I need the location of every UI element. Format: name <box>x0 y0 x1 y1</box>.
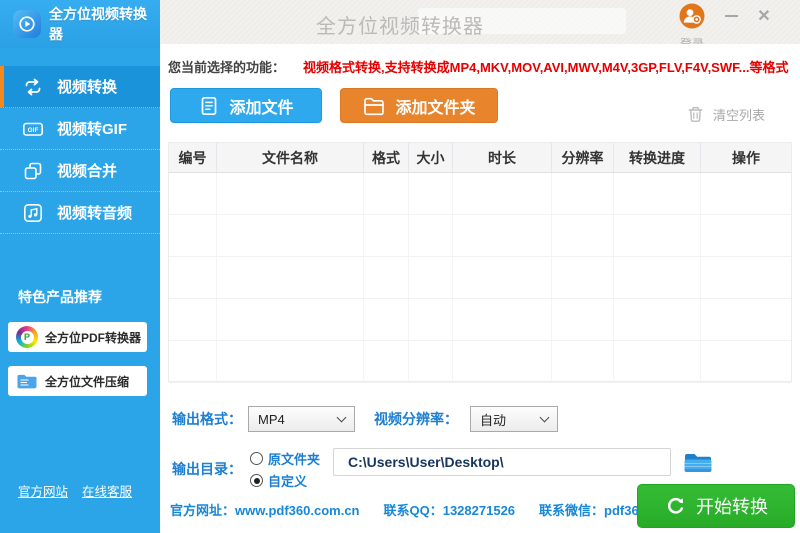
sidebar: 全方位视频转换器 视频转换 GIF 视频转GIF <box>0 0 160 533</box>
sidebar-menu: 视频转换 GIF 视频转GIF 视频合并 <box>0 66 160 234</box>
minimize-button[interactable] <box>720 6 742 26</box>
col-format: 格式 <box>364 143 409 172</box>
app-window: 全方位视频转换器 登录 ✕ 全方位 <box>0 0 800 533</box>
table-row <box>169 173 791 215</box>
table-row <box>169 299 791 341</box>
output-format-value: MP4 <box>258 412 285 427</box>
close-button[interactable]: ✕ <box>753 6 775 26</box>
radio-custom-folder[interactable]: 自定义 <box>250 471 307 490</box>
user-icon <box>679 3 705 29</box>
add-file-button[interactable]: 添加文件 <box>170 88 322 123</box>
resolution-label: 视频分辨率： <box>374 406 458 432</box>
clear-list-button[interactable]: 清空列表 <box>686 104 765 124</box>
notice-text: 视频格式转换,支持转换成MP4,MKV,MOV,AVI,MWV,M4V,3GP,… <box>303 57 788 76</box>
sidebar-item-label: 视频合并 <box>57 160 117 181</box>
output-path-input[interactable] <box>333 448 671 476</box>
chevron-down-icon <box>337 412 347 422</box>
footer-contact-bar: 官方网址：www.pdf360.com.cn 联系QQ：1328271526 联… <box>170 500 646 519</box>
output-format-select[interactable]: MP4 <box>248 406 355 432</box>
close-icon: ✕ <box>757 6 770 26</box>
sidebar-item-label: 视频转换 <box>57 76 117 97</box>
brand-title: 全方位视频转换器 <box>49 4 160 44</box>
start-convert-label: 开始转换 <box>696 493 768 519</box>
resolution-value: 自动 <box>480 410 506 429</box>
main-content: 您当前选择的功能： 视频格式转换,支持转换成MP4,MKV,MOV,AVI,MW… <box>160 44 800 533</box>
browse-folder-button[interactable] <box>681 446 715 476</box>
radio-icon <box>250 452 263 465</box>
refresh-icon <box>664 495 686 517</box>
sidebar-item-label: 视频转GIF <box>57 118 127 139</box>
footer-qq: 联系QQ：1328271526 <box>384 500 516 519</box>
sidebar-item-video-merge[interactable]: 视频合并 <box>0 150 160 192</box>
sidebar-item-video-convert[interactable]: 视频转换 <box>0 66 160 108</box>
radio-custom-label: 自定义 <box>268 471 307 490</box>
add-file-label: 添加文件 <box>229 94 293 118</box>
add-folder-button[interactable]: 添加文件夹 <box>340 88 498 123</box>
table-header: 编号 文件名称 格式 大小 时长 分辨率 转换进度 操作 <box>169 143 791 173</box>
col-duration: 时长 <box>453 143 552 172</box>
promo-pdf-converter[interactable]: P 全方位PDF转换器 <box>8 322 147 352</box>
table-row <box>169 341 791 383</box>
col-number: 编号 <box>169 143 217 172</box>
file-compress-icon <box>16 373 38 390</box>
app-logo <box>13 10 41 38</box>
document-icon <box>198 95 220 117</box>
col-progress: 转换进度 <box>614 143 701 172</box>
trash-icon <box>686 104 705 124</box>
music-note-icon <box>22 202 44 224</box>
table-row <box>169 257 791 299</box>
minimize-icon <box>725 15 738 17</box>
promo-label: 全方位文件压缩 <box>45 373 129 390</box>
notice-label: 您当前选择的功能： <box>168 57 285 76</box>
convert-loop-icon <box>22 76 44 98</box>
col-filename: 文件名称 <box>217 143 364 172</box>
pdf-converter-icon: P <box>16 326 38 348</box>
radio-original-folder[interactable]: 原文件夹 <box>250 449 320 468</box>
col-resolution: 分辨率 <box>552 143 614 172</box>
resolution-select[interactable]: 自动 <box>470 406 558 432</box>
output-dir-label: 输出目录： <box>172 456 242 482</box>
radio-checked-icon <box>250 474 263 487</box>
radio-original-label: 原文件夹 <box>268 449 320 468</box>
chevron-down-icon <box>540 412 550 422</box>
folder-icon <box>362 94 386 118</box>
sidebar-item-label: 视频转音频 <box>57 202 132 223</box>
output-format-label: 输出格式： <box>172 406 242 432</box>
svg-text:GIF: GIF <box>28 127 39 134</box>
folder-browse-icon <box>682 448 714 475</box>
play-icon <box>18 15 36 33</box>
add-folder-label: 添加文件夹 <box>395 94 475 118</box>
sidebar-item-video-to-gif[interactable]: GIF 视频转GIF <box>0 108 160 150</box>
table-row <box>169 215 791 257</box>
gif-icon: GIF <box>22 118 44 140</box>
promo-label: 全方位PDF转换器 <box>45 329 141 346</box>
clear-list-label: 清空列表 <box>713 105 765 124</box>
official-site-link[interactable]: 官方网站 <box>18 481 68 500</box>
col-action: 操作 <box>701 143 791 172</box>
online-support-link[interactable]: 在线客服 <box>82 481 132 500</box>
footer-website: 官方网址：www.pdf360.com.cn <box>170 500 360 519</box>
start-convert-button[interactable]: 开始转换 <box>637 484 795 528</box>
promo-file-compress[interactable]: 全方位文件压缩 <box>8 366 147 396</box>
file-table: 编号 文件名称 格式 大小 时长 分辨率 转换进度 操作 <box>168 142 792 382</box>
sidebar-header: 全方位视频转换器 <box>0 0 160 48</box>
sidebar-item-video-to-audio[interactable]: 视频转音频 <box>0 192 160 234</box>
footer-wechat: 联系微信：pdf360 <box>539 500 646 519</box>
merge-icon <box>22 160 44 182</box>
promo-heading: 特色产品推荐 <box>18 287 102 307</box>
notice-bar: 您当前选择的功能： 视频格式转换,支持转换成MP4,MKV,MOV,AVI,MW… <box>168 57 788 76</box>
col-size: 大小 <box>409 143 453 172</box>
